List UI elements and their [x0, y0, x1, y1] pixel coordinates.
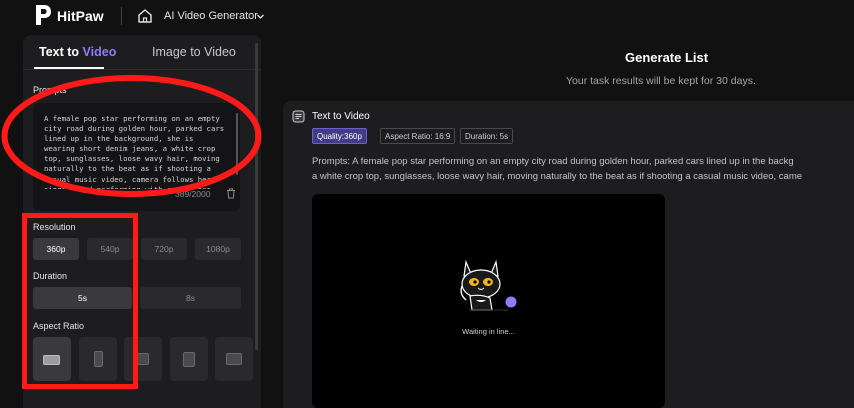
- generate-list-title: Generate List: [625, 50, 709, 65]
- tall-shape-icon: [183, 352, 195, 367]
- wide-shape-icon: [226, 353, 242, 365]
- aspect-ratio-3-4[interactable]: [170, 337, 208, 381]
- top-bar: HitPaw AI Video Generator: [0, 0, 854, 33]
- task-prompt-line-1: Prompts: A female pop star performing on…: [312, 156, 794, 167]
- home-icon[interactable]: [137, 8, 153, 24]
- resolution-option-720p[interactable]: 720p: [141, 238, 187, 260]
- waiting-status: Waiting in line...: [462, 327, 515, 336]
- tab-label-accent: Video: [82, 45, 117, 59]
- square-shape-icon: [137, 353, 149, 365]
- tab-image-to-video[interactable]: Image to Video: [152, 45, 236, 59]
- divider: [121, 7, 122, 25]
- brand-name: HitPaw: [57, 8, 104, 24]
- tab-text-to-video[interactable]: Text to Video: [39, 45, 116, 59]
- cat-mascot-icon: [460, 259, 517, 311]
- aspect-ratio-tag: Aspect Ratio: 16:9: [380, 128, 456, 144]
- duration-tag: Duration: 5s: [460, 128, 514, 144]
- task-card: Text to Video Quality:360p Aspect Ratio:…: [283, 101, 854, 408]
- tab-divider: [23, 69, 261, 70]
- aspect-ratio-4-3[interactable]: [215, 337, 253, 381]
- hitpaw-logo-icon: [36, 5, 51, 25]
- annotation-ellipse: [1, 75, 262, 197]
- duration-option-8s[interactable]: 8s: [140, 287, 241, 309]
- video-preview: Waiting in line...: [312, 194, 665, 408]
- document-icon: [292, 110, 305, 123]
- generate-list-subtitle: Your task results will be kept for 30 da…: [566, 75, 756, 87]
- quality-tag: Quality:360p: [312, 128, 367, 144]
- task-title: Text to Video: [312, 111, 370, 122]
- tab-label: Text to: [39, 45, 83, 59]
- chevron-down-icon[interactable]: [256, 12, 265, 21]
- task-prompt-line-2: a white crop top, sunglasses, loose wavy…: [312, 171, 803, 182]
- product-selector[interactable]: AI Video Generator: [164, 10, 258, 22]
- resolution-option-1080p[interactable]: 1080p: [195, 238, 241, 260]
- annotation-rectangle: [22, 213, 138, 389]
